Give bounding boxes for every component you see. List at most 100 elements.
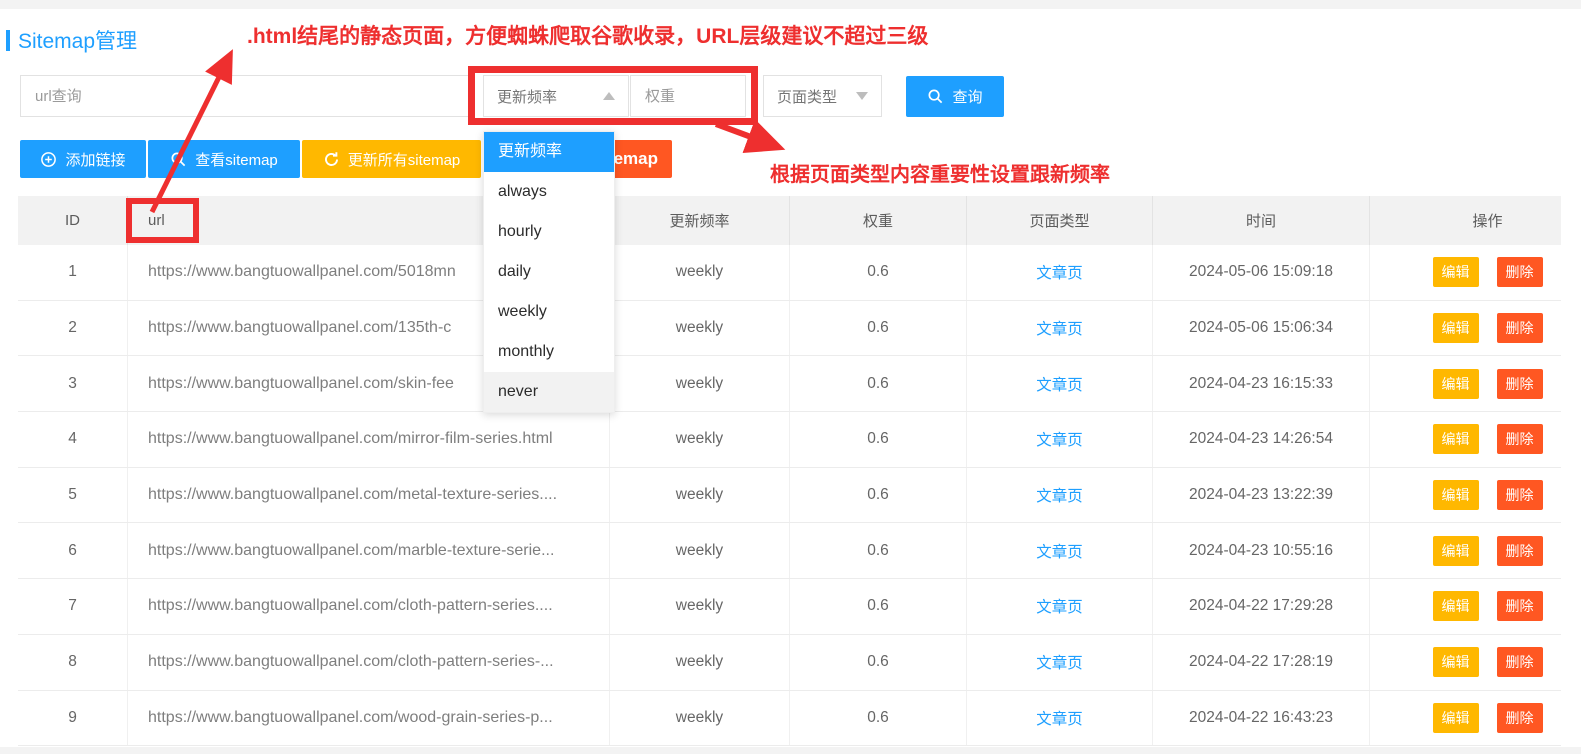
delete-button[interactable]: 删除: [1497, 536, 1543, 566]
edit-button[interactable]: 编辑: [1433, 536, 1479, 566]
header-weight: 权重: [790, 196, 967, 245]
cell-time: 2024-04-22 17:29:28: [1153, 579, 1370, 634]
frequency-dropdown-option[interactable]: always: [484, 172, 614, 212]
frequency-dropdown-option[interactable]: daily: [484, 252, 614, 292]
page-type-link[interactable]: 文章页: [1036, 373, 1083, 395]
cell-time: 2024-05-06 15:06:34: [1153, 301, 1370, 356]
cell-operations: 编辑 删除: [1370, 301, 1561, 356]
page-type-link[interactable]: 文章页: [1036, 595, 1083, 617]
frequency-dropdown-option[interactable]: hourly: [484, 212, 614, 252]
search-icon: [927, 88, 944, 105]
table-row: 9 https://www.bangtuowallpanel.com/wood-…: [18, 691, 1561, 747]
frequency-dropdown-option[interactable]: never: [484, 372, 614, 412]
add-link-label: 添加链接: [65, 149, 125, 170]
header-time: 时间: [1153, 196, 1370, 245]
bottom-edge-strip: [0, 747, 1581, 754]
search-button[interactable]: 查询: [906, 76, 1004, 117]
annotation-top-note: .html结尾的静态页面，方便蜘蛛爬取谷歌收录，URL层级建议不超过三级: [247, 20, 928, 50]
cell-time: 2024-04-22 16:43:23: [1153, 691, 1370, 746]
cell-id: 5: [18, 468, 128, 523]
cell-frequency: weekly: [610, 245, 790, 300]
cell-operations: 编辑 删除: [1370, 691, 1561, 746]
delete-button[interactable]: 删除: [1497, 647, 1543, 677]
page-type-link[interactable]: 文章页: [1036, 317, 1083, 339]
cell-weight: 0.6: [790, 412, 967, 467]
cell-weight: 0.6: [790, 579, 967, 634]
header-frequency: 更新频率: [610, 196, 790, 245]
delete-button[interactable]: 删除: [1497, 480, 1543, 510]
delete-button[interactable]: 删除: [1497, 703, 1543, 733]
cell-operations: 编辑 删除: [1370, 523, 1561, 578]
annotation-arrow-frequency: [716, 124, 778, 147]
update-sitemap-partial-label: emap: [614, 149, 658, 169]
title-accent-bar: [6, 30, 10, 51]
cell-id: 3: [18, 356, 128, 411]
page-type-link[interactable]: 文章页: [1036, 707, 1083, 729]
weight-input[interactable]: [630, 75, 746, 117]
edit-button[interactable]: 编辑: [1433, 647, 1479, 677]
page-type-select[interactable]: 页面类型: [763, 75, 882, 117]
delete-button[interactable]: 删除: [1497, 369, 1543, 399]
cell-url: https://www.bangtuowallpanel.com/metal-t…: [128, 468, 610, 523]
frequency-dropdown-option[interactable]: monthly: [484, 332, 614, 372]
refresh-icon: [323, 151, 340, 168]
page-type-link[interactable]: 文章页: [1036, 428, 1083, 450]
edit-button[interactable]: 编辑: [1433, 257, 1479, 287]
update-all-sitemap-button[interactable]: 更新所有sitemap: [302, 140, 481, 178]
cell-weight: 0.6: [790, 635, 967, 690]
view-sitemap-button[interactable]: 查看sitemap: [148, 140, 300, 178]
cell-id: 8: [18, 635, 128, 690]
cell-url: https://www.bangtuowallpanel.com/mirror-…: [128, 412, 610, 467]
annotation-side-note: 根据页面类型内容重要性设置跟新频率: [770, 158, 1110, 187]
header-id: ID: [18, 196, 128, 245]
frequency-select-label: 更新频率: [497, 86, 557, 107]
table-row: 5 https://www.bangtuowallpanel.com/metal…: [18, 468, 1561, 524]
edit-button[interactable]: 编辑: [1433, 703, 1479, 733]
frequency-dropdown-option[interactable]: weekly: [484, 292, 614, 332]
update-all-sitemap-label: 更新所有sitemap: [348, 149, 461, 170]
delete-button[interactable]: 删除: [1497, 424, 1543, 454]
delete-button[interactable]: 删除: [1497, 313, 1543, 343]
table-body: 1 https://www.bangtuowallpanel.com/5018m…: [18, 245, 1561, 746]
add-link-button[interactable]: 添加链接: [20, 140, 146, 178]
url-search-input[interactable]: [20, 75, 470, 117]
cell-id: 9: [18, 691, 128, 746]
plus-circle-icon: [40, 151, 57, 168]
page-type-link[interactable]: 文章页: [1036, 484, 1083, 506]
edit-button[interactable]: 编辑: [1433, 424, 1479, 454]
cell-operations: 编辑 删除: [1370, 412, 1561, 467]
cell-id: 2: [18, 301, 128, 356]
table-row: 7 https://www.bangtuowallpanel.com/cloth…: [18, 579, 1561, 635]
cell-page-type: 文章页: [967, 412, 1153, 467]
cell-page-type: 文章页: [967, 635, 1153, 690]
cell-time: 2024-04-23 13:22:39: [1153, 468, 1370, 523]
cell-time: 2024-04-23 16:15:33: [1153, 356, 1370, 411]
cell-operations: 编辑 删除: [1370, 245, 1561, 300]
edit-button[interactable]: 编辑: [1433, 591, 1479, 621]
page-type-link[interactable]: 文章页: [1036, 261, 1083, 283]
frequency-dropdown-panel: 更新频率 always hourly daily weekly monthly …: [483, 131, 615, 413]
cell-weight: 0.6: [790, 301, 967, 356]
page-type-link[interactable]: 文章页: [1036, 540, 1083, 562]
table-row: 2 https://www.bangtuowallpanel.com/135th…: [18, 301, 1561, 357]
edit-button[interactable]: 编辑: [1433, 313, 1479, 343]
table-row: 3 https://www.bangtuowallpanel.com/skin-…: [18, 356, 1561, 412]
header-page-type: 页面类型: [967, 196, 1153, 245]
table-header-row: ID url 更新频率 权重 页面类型 时间 操作: [18, 196, 1561, 245]
header-operations: 操作: [1370, 196, 1561, 245]
frequency-dropdown-option[interactable]: 更新频率: [484, 132, 614, 172]
page-type-link[interactable]: 文章页: [1036, 651, 1083, 673]
edit-button[interactable]: 编辑: [1433, 480, 1479, 510]
edit-button[interactable]: 编辑: [1433, 369, 1479, 399]
cell-page-type: 文章页: [967, 245, 1153, 300]
cell-operations: 编辑 删除: [1370, 468, 1561, 523]
cell-time: 2024-04-22 17:28:19: [1153, 635, 1370, 690]
frequency-select[interactable]: 更新频率: [483, 75, 629, 117]
cell-frequency: weekly: [610, 523, 790, 578]
cell-frequency: weekly: [610, 356, 790, 411]
cell-weight: 0.6: [790, 356, 967, 411]
delete-button[interactable]: 删除: [1497, 257, 1543, 287]
delete-button[interactable]: 删除: [1497, 591, 1543, 621]
cell-operations: 编辑 删除: [1370, 635, 1561, 690]
page-type-select-label: 页面类型: [777, 86, 837, 107]
